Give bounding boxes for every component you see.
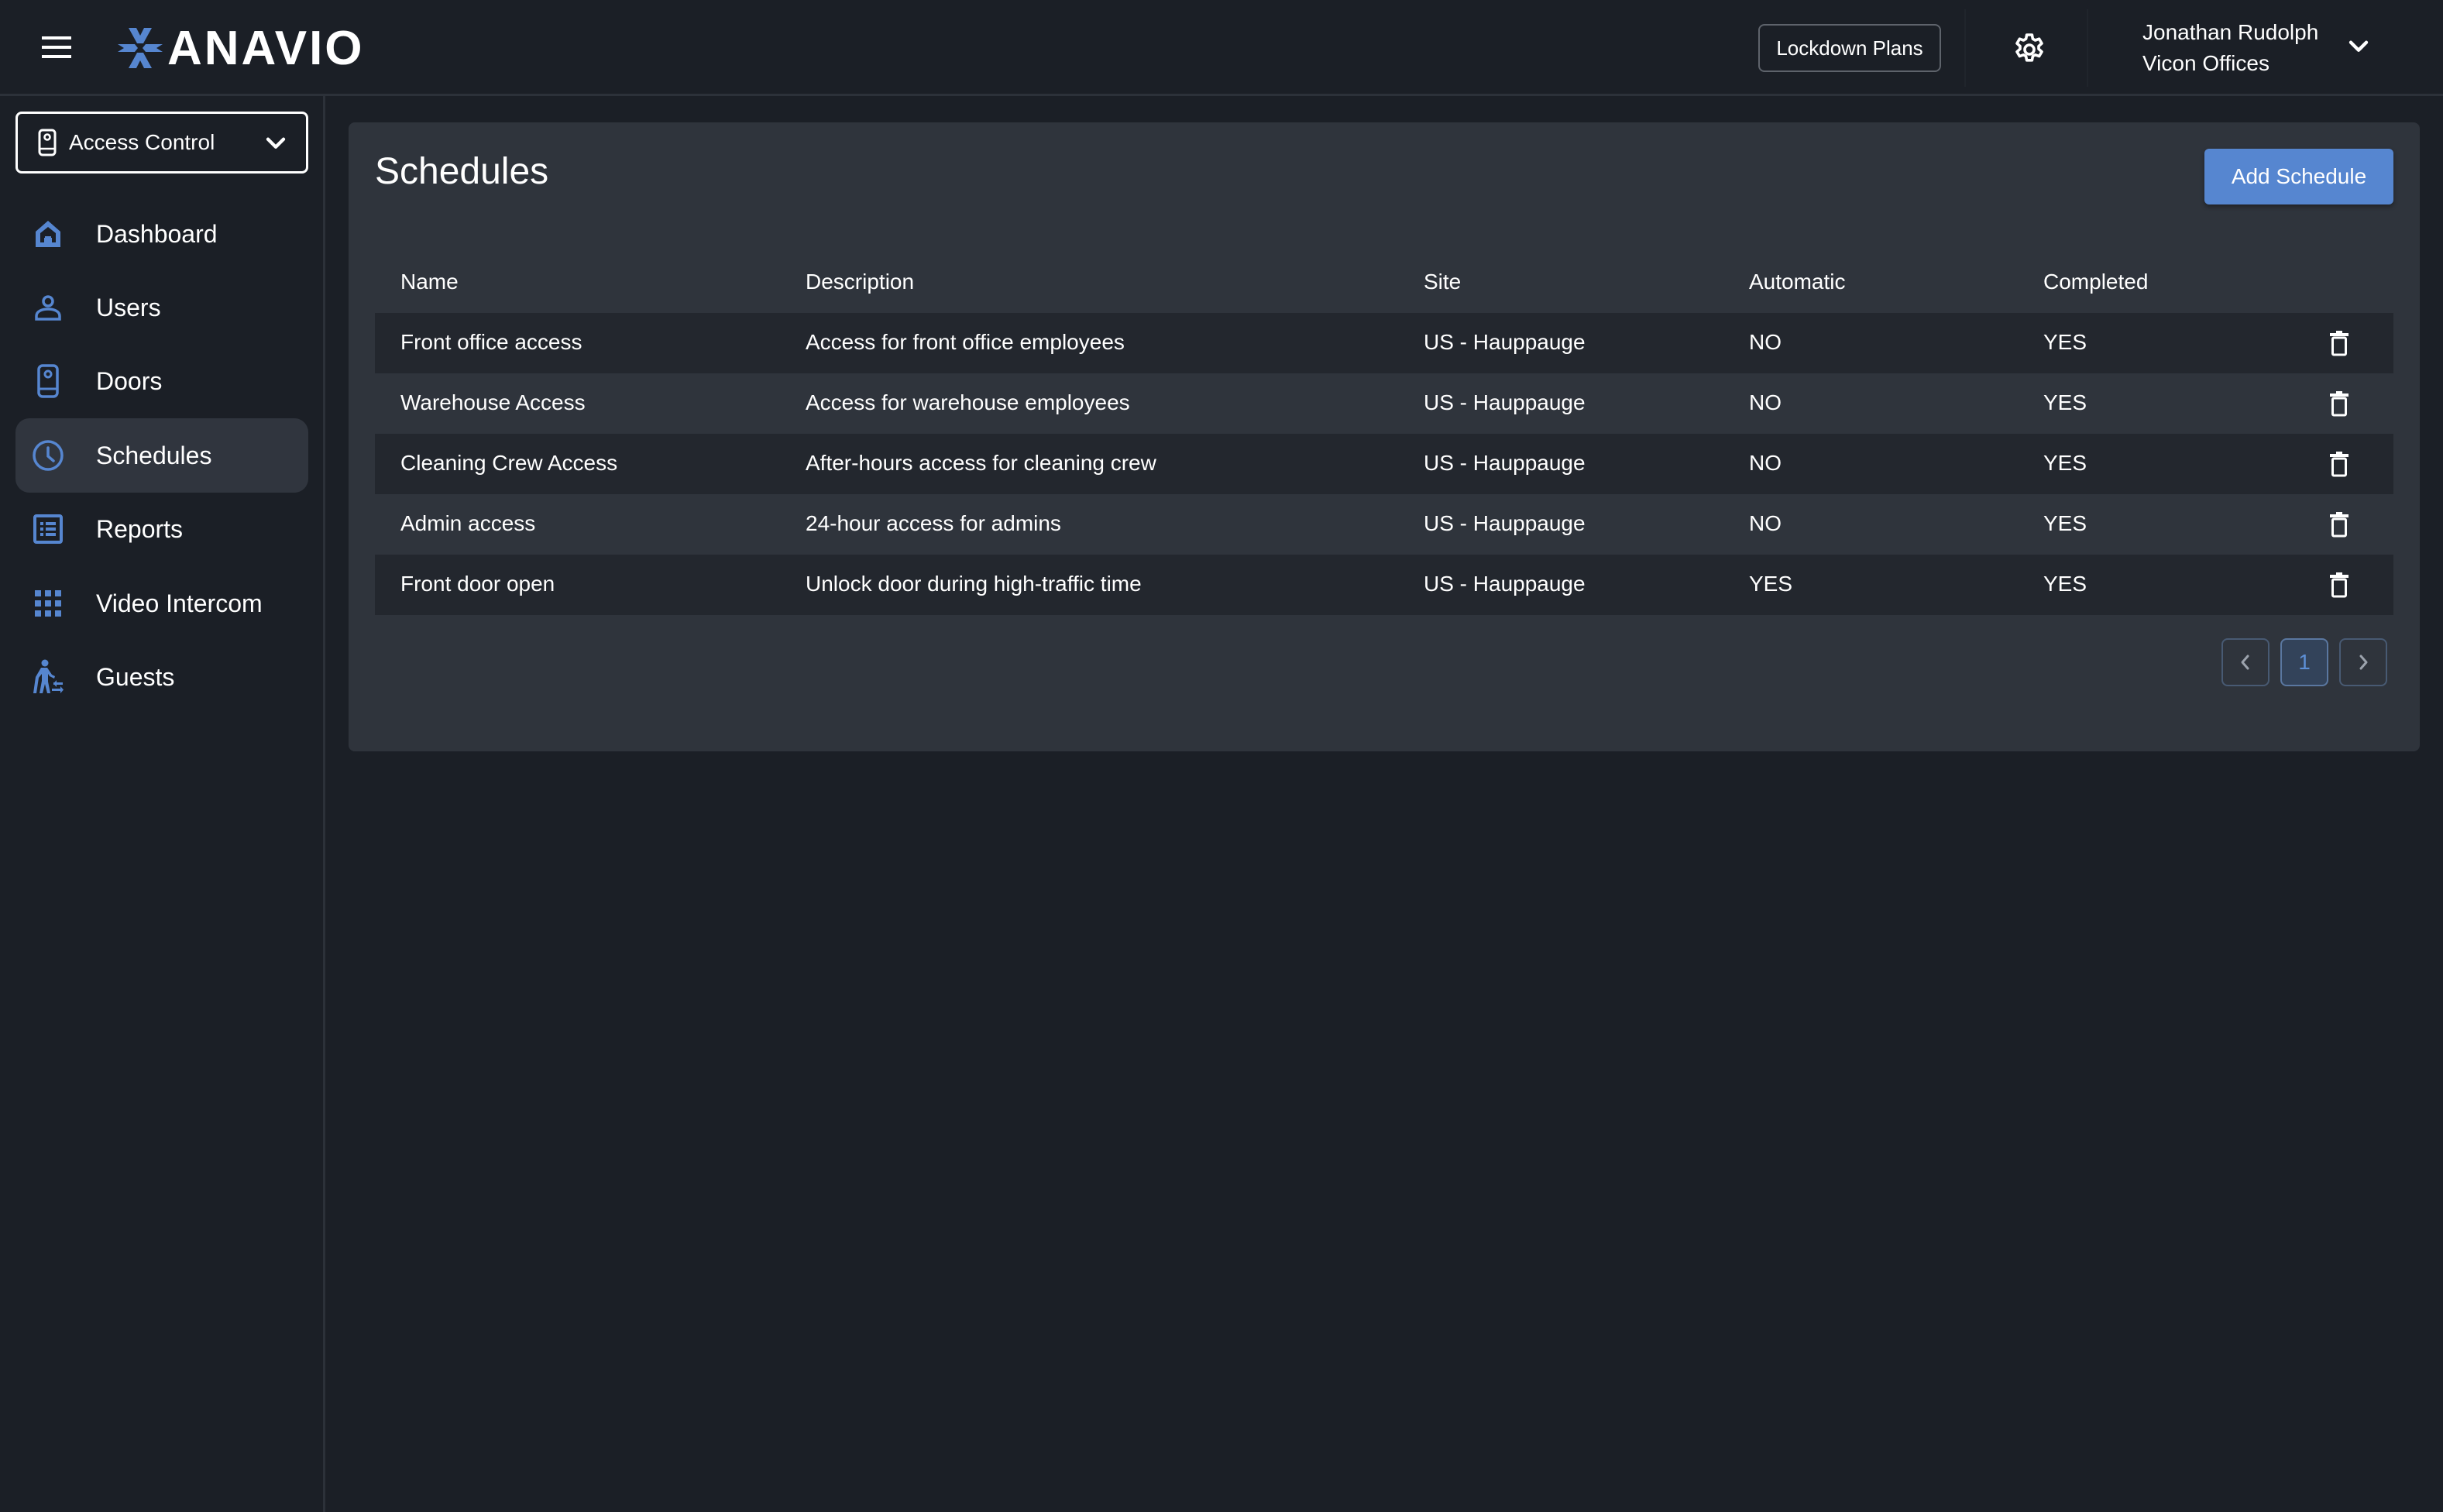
table-header: Name Description Site Automatic Complete… [375, 254, 2393, 313]
previous-page-button[interactable] [2221, 638, 2269, 686]
add-schedule-button[interactable]: Add Schedule [2204, 149, 2393, 204]
brand-name: ANAVIO [167, 21, 365, 75]
header-divider [1964, 9, 1966, 87]
sidebar-item-label: Reports [96, 514, 184, 543]
table-row[interactable]: Front office access Access for front offi… [375, 313, 2393, 373]
cell-site: US - Hauppauge [1424, 451, 1586, 475]
hamburger-menu-icon[interactable] [42, 36, 71, 58]
cell-name: Front office access [400, 330, 582, 354]
cell-completed: YES [2043, 390, 2087, 414]
next-page-button[interactable] [2339, 638, 2387, 686]
delete-schedule-button[interactable] [2325, 449, 2353, 479]
sidebar-item-reports[interactable]: Reports [15, 492, 308, 566]
schedules-card: Schedules Add Schedule Name Description … [349, 122, 2420, 751]
sidebar-item-schedules[interactable]: Schedules [15, 418, 308, 493]
trash-icon [2330, 572, 2349, 598]
chevron-down-icon [266, 137, 286, 149]
sidebar-item-label: Doors [96, 366, 163, 395]
clock-icon [31, 438, 65, 472]
cell-site: US - Hauppauge [1424, 572, 1586, 596]
cell-name: Warehouse Access [400, 390, 586, 414]
sidebar-item-label: Users [96, 293, 161, 321]
sidebar-item-doors[interactable]: Doors [15, 344, 308, 418]
sidebar-item-dashboard[interactable]: Dashboard [15, 197, 308, 271]
table-row[interactable]: Front door open Unlock door during high-t… [375, 555, 2393, 615]
sidebar-item-label: Video Intercom [96, 589, 263, 617]
cell-completed: YES [2043, 511, 2087, 535]
cell-site: US - Hauppauge [1424, 330, 1586, 354]
cell-completed: YES [2043, 330, 2087, 354]
trash-icon [2330, 512, 2349, 538]
chevron-down-icon[interactable] [2347, 37, 2370, 57]
module-select[interactable]: Access Control [15, 112, 308, 174]
delete-schedule-button[interactable] [2325, 328, 2353, 358]
column-header-automatic[interactable]: Automatic [1749, 270, 1846, 294]
brand-logo[interactable]: ANAVIO [118, 22, 365, 75]
column-header-site[interactable]: Site [1424, 270, 1461, 294]
user-menu[interactable]: Jonathan Rudolph Vicon Offices [2142, 17, 2318, 79]
chevron-right-icon [2359, 655, 2368, 670]
delete-schedule-button[interactable] [2325, 570, 2353, 600]
cell-automatic: NO [1749, 451, 1782, 475]
delete-schedule-button[interactable] [2325, 389, 2353, 418]
list-report-icon [31, 512, 65, 546]
sidebar-item-label: Schedules [96, 441, 212, 469]
cell-completed: YES [2043, 451, 2087, 475]
table-row[interactable]: Admin access 24-hour access for admins US … [375, 494, 2393, 555]
door-reader-icon [31, 364, 65, 398]
cell-name: Front door open [400, 572, 555, 596]
gear-icon[interactable] [2011, 29, 2048, 67]
trash-icon [2330, 331, 2349, 356]
page-button-current[interactable]: 1 [2280, 638, 2328, 686]
page-title: Schedules [375, 151, 549, 192]
column-header-completed[interactable]: Completed [2043, 270, 2148, 294]
trash-icon [2330, 391, 2349, 417]
chevron-left-icon [2241, 655, 2249, 670]
table-row[interactable]: Cleaning Crew Access After-hours access f… [375, 434, 2393, 494]
column-header-name[interactable]: Name [400, 270, 459, 294]
user-organization: Vicon Offices [2142, 51, 2269, 75]
pagination: 1 [2221, 638, 2387, 686]
module-select-label: Access Control [69, 130, 215, 154]
keypad-grid-icon [31, 586, 65, 620]
anavio-logo-icon [118, 28, 163, 68]
cell-description: Unlock door during high-traffic time [806, 572, 1142, 596]
sidebar-item-users[interactable]: Users [15, 270, 308, 345]
cell-automatic: NO [1749, 511, 1782, 535]
cell-description: 24-hour access for admins [806, 511, 1061, 535]
cell-automatic: NO [1749, 390, 1782, 414]
header-divider [2087, 9, 2088, 87]
cell-description: Access for front office employees [806, 330, 1125, 354]
door-reader-icon [38, 129, 57, 156]
table-row[interactable]: Warehouse Access Access for warehouse emp… [375, 373, 2393, 434]
lockdown-plans-button[interactable]: Lockdown Plans [1758, 24, 1941, 72]
delete-schedule-button[interactable] [2325, 510, 2353, 539]
schedules-table: Name Description Site Automatic Complete… [375, 254, 2393, 615]
guest-walking-icon [31, 659, 65, 694]
sidebar-item-label: Dashboard [96, 219, 218, 248]
top-header: ANAVIO Lockdown Plans Jonathan Rudolph V… [0, 0, 2443, 96]
sidebar-item-guests[interactable]: Guests [15, 640, 308, 714]
cell-automatic: NO [1749, 330, 1782, 354]
cell-completed: YES [2043, 572, 2087, 596]
user-name: Jonathan Rudolph [2142, 20, 2319, 44]
cell-site: US - Hauppauge [1424, 511, 1586, 535]
cell-site: US - Hauppauge [1424, 390, 1586, 414]
column-header-description[interactable]: Description [806, 270, 914, 294]
home-icon [31, 217, 65, 251]
cell-name: Cleaning Crew Access [400, 451, 618, 475]
user-icon [31, 290, 65, 325]
table-body: Front office access Access for front offi… [375, 313, 2393, 615]
cell-automatic: YES [1749, 572, 1793, 596]
trash-icon [2330, 452, 2349, 477]
cell-description: After-hours access for cleaning crew [806, 451, 1156, 475]
sidebar: Access Control Dashboard Users Doors Sch… [0, 96, 325, 1512]
sidebar-item-label: Guests [96, 662, 175, 691]
cell-description: Access for warehouse employees [806, 390, 1130, 414]
sidebar-item-video-intercom[interactable]: Video Intercom [15, 566, 308, 641]
cell-name: Admin access [400, 511, 536, 535]
